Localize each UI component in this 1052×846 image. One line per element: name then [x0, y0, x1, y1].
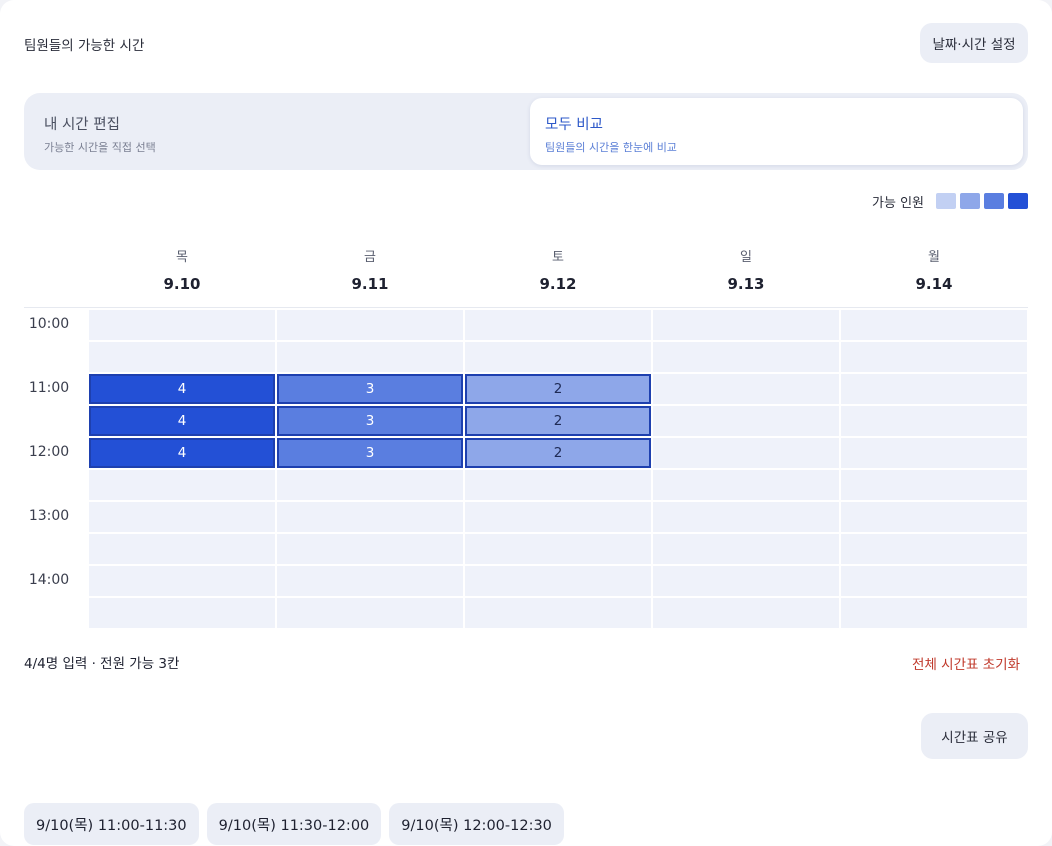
tab-edit-my-time[interactable]: 내 시간 편집 가능한 시간을 직접 선택: [29, 98, 525, 165]
day-header-thu: 목 9.10: [89, 246, 275, 293]
reset-timetable-link[interactable]: 전체 시간표 초기화: [912, 653, 1020, 673]
legend-label: 가능 인원: [872, 195, 924, 211]
time-label: 11:00: [28, 380, 70, 396]
time-slot-cell[interactable]: [277, 534, 463, 564]
time-slot-cell[interactable]: [841, 374, 1027, 404]
slot-chip[interactable]: 9/10(목) 11:00-11:30: [24, 803, 199, 845]
time-slot-cell[interactable]: [277, 342, 463, 372]
time-slot-cell[interactable]: 3: [277, 438, 463, 468]
summary-text: 4/4명 입력 · 전원 가능 3칸: [24, 656, 180, 672]
time-slot-cell[interactable]: [465, 534, 651, 564]
time-slot-cell[interactable]: [841, 406, 1027, 436]
day-header-fri: 금 9.11: [277, 246, 463, 293]
time-slot-cell[interactable]: [653, 598, 839, 628]
time-slot-cell[interactable]: 2: [465, 438, 651, 468]
time-slot-cell[interactable]: [841, 502, 1027, 532]
tab-edit-subtitle: 가능한 시간을 직접 선택: [44, 141, 156, 154]
time-slot-cell[interactable]: 4: [89, 438, 275, 468]
legend-swatch-4: [1008, 193, 1028, 209]
time-slot-cell[interactable]: [841, 342, 1027, 372]
time-slot-cell[interactable]: [89, 598, 275, 628]
scheduler-card: 팀원들의 가능한 시간 날짜·시간 설정 내 시간 편집 가능한 시간을 직접 …: [0, 0, 1052, 846]
time-slot-cell[interactable]: 2: [465, 374, 651, 404]
time-slot-cell[interactable]: [841, 470, 1027, 500]
time-slot-cell[interactable]: 4: [89, 374, 275, 404]
page-title: 팀원들의 가능한 시간: [24, 38, 145, 54]
time-slot-cell[interactable]: 2: [465, 406, 651, 436]
time-label: 10:00: [28, 316, 70, 332]
time-slot-cell[interactable]: 3: [277, 374, 463, 404]
time-slot-cell[interactable]: [653, 374, 839, 404]
time-slot-cell[interactable]: [465, 310, 651, 340]
day-date: 9.11: [351, 275, 389, 293]
time-slot-cell[interactable]: [841, 310, 1027, 340]
time-slot-cell[interactable]: [841, 534, 1027, 564]
time-slot-cell[interactable]: [841, 438, 1027, 468]
time-slot-cell[interactable]: [465, 342, 651, 372]
best-slot-list: 9/10(목) 11:00-11:30 9/10(목) 11:30-12:00 …: [24, 803, 572, 845]
time-slot-cell[interactable]: [89, 310, 275, 340]
time-slot-cell[interactable]: [653, 310, 839, 340]
tab-compare-subtitle: 팀원들의 시간을 한눈에 비교: [545, 141, 677, 154]
time-slot-cell[interactable]: [653, 438, 839, 468]
availability-legend: 가능 인원: [872, 192, 1028, 211]
date-time-settings-button[interactable]: 날짜·시간 설정: [920, 23, 1028, 63]
day-of-week: 일: [740, 250, 752, 265]
slot-chip[interactable]: 9/10(목) 12:00-12:30: [389, 803, 564, 845]
time-slot-cell[interactable]: [653, 406, 839, 436]
day-date: 9.14: [915, 275, 953, 293]
day-of-week: 월: [928, 250, 940, 265]
time-slot-cell[interactable]: [277, 566, 463, 596]
day-date: 9.12: [539, 275, 577, 293]
time-slot-cell[interactable]: [277, 598, 463, 628]
time-slot-cell[interactable]: [89, 470, 275, 500]
legend-swatch-3: [984, 193, 1004, 209]
time-slot-cell[interactable]: [465, 470, 651, 500]
share-timetable-button[interactable]: 시간표 공유: [921, 713, 1028, 759]
time-slot-cell[interactable]: [277, 470, 463, 500]
day-header-mon: 월 9.14: [841, 246, 1027, 293]
slot-chip[interactable]: 9/10(목) 11:30-12:00: [206, 803, 382, 845]
time-label: 13:00: [28, 508, 70, 524]
day-header-sun: 일 9.13: [653, 246, 839, 293]
time-slot-cell[interactable]: [277, 502, 463, 532]
time-slot-cell[interactable]: [89, 566, 275, 596]
time-slot-cell[interactable]: [465, 598, 651, 628]
legend-swatch-1: [936, 193, 956, 209]
time-label: 12:00: [28, 444, 70, 460]
time-slot-cell[interactable]: [89, 534, 275, 564]
tab-edit-title: 내 시간 편집: [44, 117, 120, 133]
time-slot-cell[interactable]: [653, 566, 839, 596]
time-slot-cell[interactable]: [653, 502, 839, 532]
tab-compare-all[interactable]: 모두 비교 팀원들의 시간을 한눈에 비교: [530, 98, 1023, 165]
time-slot-cell[interactable]: 4: [89, 406, 275, 436]
time-slot-cell[interactable]: [653, 342, 839, 372]
grid-divider: [24, 307, 1028, 308]
day-of-week: 목: [176, 250, 188, 265]
time-slot-cell[interactable]: [841, 598, 1027, 628]
time-slot-cell[interactable]: 3: [277, 406, 463, 436]
time-label: 14:00: [28, 572, 70, 588]
time-slot-cell[interactable]: [89, 502, 275, 532]
time-slot-cell[interactable]: [653, 470, 839, 500]
day-date: 9.10: [163, 275, 201, 293]
day-date: 9.13: [727, 275, 765, 293]
day-of-week: 금: [364, 250, 376, 265]
time-slot-cell[interactable]: [653, 534, 839, 564]
day-header-sat: 토 9.12: [465, 246, 651, 293]
tab-compare-title: 모두 비교: [545, 117, 603, 133]
time-slot-cell[interactable]: [89, 342, 275, 372]
day-of-week: 토: [552, 250, 564, 265]
time-slot-cell[interactable]: [465, 502, 651, 532]
time-slot-cell[interactable]: [465, 566, 651, 596]
mode-toggle: 내 시간 편집 가능한 시간을 직접 선택 모두 비교 팀원들의 시간을 한눈에…: [24, 93, 1028, 170]
time-slot-cell[interactable]: [841, 566, 1027, 596]
legend-swatch-2: [960, 193, 980, 209]
time-slot-cell[interactable]: [277, 310, 463, 340]
